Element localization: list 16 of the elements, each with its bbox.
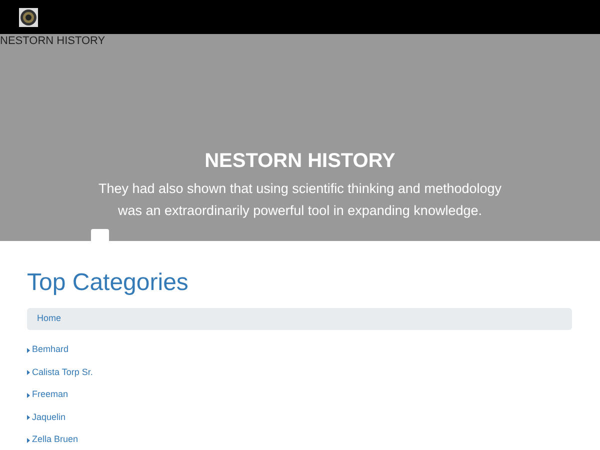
- section-title: Top Categories: [27, 268, 190, 298]
- chevron-icon: [27, 370, 30, 375]
- category-link[interactable]: Jaquelin: [32, 410, 66, 424]
- logo-icon[interactable]: [19, 8, 38, 26]
- category-link[interactable]: Freeman: [32, 388, 68, 402]
- category-link[interactable]: Bemhard: [32, 343, 69, 357]
- hero-subtitle: They had also shown that using scientific thinking and methodology was an extraordinarily powerful tool in expanding knowledge.: [98, 180, 502, 220]
- category-link[interactable]: Calista Torp Sr.: [32, 366, 93, 380]
- chevron-icon: [27, 415, 30, 420]
- chevron-icon: [27, 438, 30, 442]
- hero-title: NESTORN HISTORY: [204, 149, 396, 173]
- site-name: NESTORN HISTORY: [0, 34, 106, 47]
- chevron-icon: [27, 392, 30, 398]
- breadcrumb-link[interactable]: Home: [37, 312, 62, 326]
- chevron-icon: [27, 348, 30, 352]
- category-link[interactable]: Zella Bruen: [32, 433, 78, 447]
